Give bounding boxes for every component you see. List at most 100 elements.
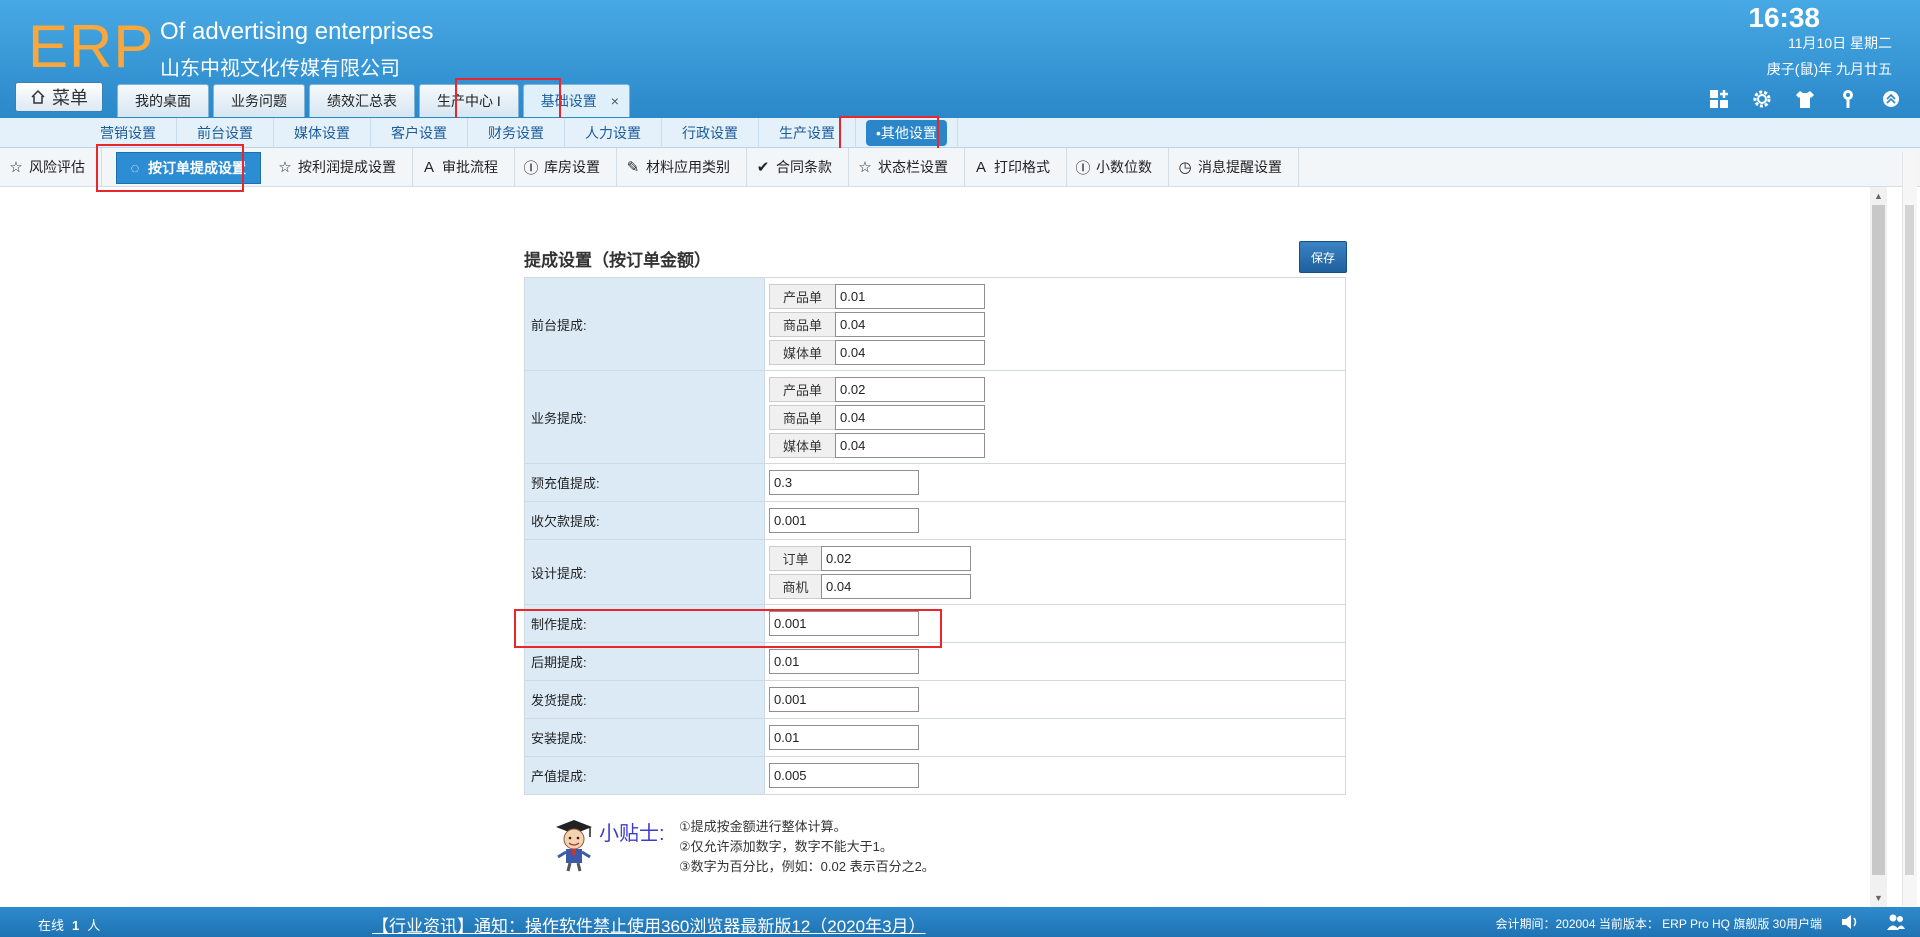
row-delivery: 发货提成: xyxy=(524,680,1346,719)
scroll-down-arrow-icon[interactable]: ▼ xyxy=(1870,890,1887,906)
tool-print-format[interactable]: A 打印格式 xyxy=(965,148,1067,186)
tool-profit-commission[interactable]: ☆ 按利润提成设置 xyxy=(269,148,413,186)
subnav-finance[interactable]: 财务设置 xyxy=(468,118,565,148)
row-output: 产值提成: xyxy=(524,756,1346,795)
front-goods-input[interactable] xyxy=(835,311,985,337)
front-desk-fields: 产品单 商品单 媒体单 xyxy=(764,277,1346,371)
subnav-marketing[interactable]: 营销设置 xyxy=(80,118,177,148)
install-field xyxy=(764,718,1346,757)
status-footer: 在线 1 人 【行业资讯】通知：操作软件禁止使用360浏览器最新版12（2020年3… xyxy=(0,907,1920,937)
tool-label: 状态栏设置 xyxy=(878,159,948,175)
tips-list: ①提成按金额进行整体计算。 ②仅允许添加数字，数字不能大于1。 ③数字为百分比，… xyxy=(679,817,935,877)
save-button[interactable]: 保存 xyxy=(1299,241,1347,273)
design-order-input[interactable] xyxy=(821,545,971,571)
post-input[interactable] xyxy=(769,649,919,674)
design-opportunity-input[interactable] xyxy=(821,573,971,599)
arrears-label: 收欠款提成: xyxy=(524,501,765,540)
production-input[interactable] xyxy=(769,611,919,636)
font-icon: A xyxy=(975,158,986,176)
subnav-customer[interactable]: 客户设置 xyxy=(371,118,468,148)
users-icon[interactable] xyxy=(1886,913,1906,931)
tool-approval-flow[interactable]: A 审批流程 xyxy=(413,148,515,186)
graduate-mascot-icon xyxy=(556,820,592,872)
tab-business-issues[interactable]: 业务问题 xyxy=(213,84,305,117)
tab-performance-summary[interactable]: 绩效汇总表 xyxy=(309,84,415,117)
subnav-front-desk[interactable]: 前台设置 xyxy=(177,118,274,148)
scroll-up-arrow-icon[interactable]: ▲ xyxy=(1870,188,1887,204)
tool-risk-assessment[interactable]: ☆ 风险评估 xyxy=(0,148,102,186)
subnav-admin[interactable]: 行政设置 xyxy=(662,118,759,148)
company-name-cn: 山东中视文化传媒有限公司 xyxy=(160,58,400,80)
output-input[interactable] xyxy=(769,763,919,788)
prepaid-input[interactable] xyxy=(769,470,919,495)
tool-statusbar[interactable]: ☆ 状态栏设置 xyxy=(849,148,965,186)
tool-decimal-places[interactable]: Ⓘ 小数位数 xyxy=(1067,148,1169,186)
tool-order-commission[interactable]: ◌ 按订单提成设置 xyxy=(116,152,261,184)
install-input[interactable] xyxy=(769,725,919,750)
tool-message-reminder[interactable]: ◷ 消息提醒设置 xyxy=(1169,148,1299,186)
tool-label: 打印格式 xyxy=(994,159,1050,175)
font-icon: A xyxy=(423,158,434,176)
news-ticker-link[interactable]: 【行业资讯】通知：操作软件禁止使用360浏览器最新版12（2020年3月） xyxy=(372,912,926,937)
tab-production-center[interactable]: 生产中心 I xyxy=(419,84,519,117)
prefix-goods-order: 商品单 xyxy=(769,404,835,430)
shirt-icon[interactable] xyxy=(1794,88,1816,110)
star-icon: ☆ xyxy=(858,159,872,176)
info-circle-icon: Ⓘ xyxy=(1075,159,1091,177)
tool-contract-terms[interactable]: ✔ 合同条款 xyxy=(747,148,849,186)
dashboard-add-icon[interactable] xyxy=(1708,88,1730,110)
arrears-input[interactable] xyxy=(769,508,919,533)
tool-label: 合同条款 xyxy=(776,159,832,175)
clock-date: 11月10日 星期二 xyxy=(1788,35,1892,51)
tab-my-desktop[interactable]: 我的桌面 xyxy=(117,84,209,117)
subnav-production[interactable]: 生产设置 xyxy=(759,118,856,148)
prefix-media-order: 媒体单 xyxy=(769,339,835,365)
subnav-other[interactable]: •其他设置 xyxy=(856,118,958,148)
star-icon: ☆ xyxy=(9,159,23,176)
collapse-up-icon[interactable] xyxy=(1880,88,1902,110)
front-media-input[interactable] xyxy=(835,339,985,365)
subnav-hr[interactable]: 人力设置 xyxy=(565,118,662,148)
business-fields: 产品单 商品单 媒体单 xyxy=(764,370,1346,464)
pencil-icon: ✎ xyxy=(626,159,640,176)
row-design: 设计提成: 订单 商机 xyxy=(524,539,1346,605)
tips-title: 小贴士: xyxy=(599,823,665,845)
post-field xyxy=(764,642,1346,681)
erp-logo: ERP xyxy=(28,13,155,80)
header-icon-bar xyxy=(1708,88,1902,110)
business-media-input[interactable] xyxy=(835,432,985,458)
row-prepaid: 预充值提成: xyxy=(524,463,1346,502)
front-desk-label: 前台提成: xyxy=(524,277,765,371)
output-field xyxy=(764,756,1346,795)
app-header: ERP Of advertising enterprises 山东中视文化传媒有… xyxy=(0,0,1920,118)
speaker-icon[interactable] xyxy=(1840,913,1860,931)
tab-label: 绩效汇总表 xyxy=(327,93,397,109)
tool-label: 按订单提成设置 xyxy=(148,160,246,176)
tool-label: 按利润提成设置 xyxy=(298,159,396,175)
subnav-media[interactable]: 媒体设置 xyxy=(274,118,371,148)
row-front-desk: 前台提成: 产品单 商品单 媒体单 xyxy=(524,277,1346,371)
content-scrollbar-thumb[interactable] xyxy=(1872,205,1885,875)
close-icon[interactable]: × xyxy=(611,93,619,109)
prefix-product-order: 产品单 xyxy=(769,376,835,402)
business-product-input[interactable] xyxy=(835,376,985,402)
tool-material-category[interactable]: ✎ 材料应用类别 xyxy=(617,148,747,186)
gear-icon[interactable] xyxy=(1751,88,1773,110)
online-label: 在线 xyxy=(38,918,65,933)
prefix-opportunity: 商机 xyxy=(769,573,821,599)
menu-button[interactable]: 菜单 xyxy=(15,82,103,112)
delivery-input[interactable] xyxy=(769,687,919,712)
tip-line: ①提成按金额进行整体计算。 xyxy=(679,819,847,834)
design-fields: 订单 商机 xyxy=(764,539,1346,605)
tab-basic-settings[interactable]: 基础设置 × xyxy=(522,84,630,117)
business-goods-input[interactable] xyxy=(835,404,985,430)
key-icon[interactable] xyxy=(1837,88,1859,110)
subnav-other-label: •其他设置 xyxy=(866,120,947,146)
footer-icons xyxy=(1840,913,1906,931)
clock-time: 16:38 xyxy=(1748,2,1820,33)
front-product-input[interactable] xyxy=(835,283,985,309)
tool-label: 材料应用类别 xyxy=(646,159,730,175)
outer-scrollbar-thumb[interactable] xyxy=(1905,205,1914,875)
prefix-media-order: 媒体单 xyxy=(769,432,835,458)
tool-warehouse[interactable]: Ⓘ 库房设置 xyxy=(515,148,617,186)
